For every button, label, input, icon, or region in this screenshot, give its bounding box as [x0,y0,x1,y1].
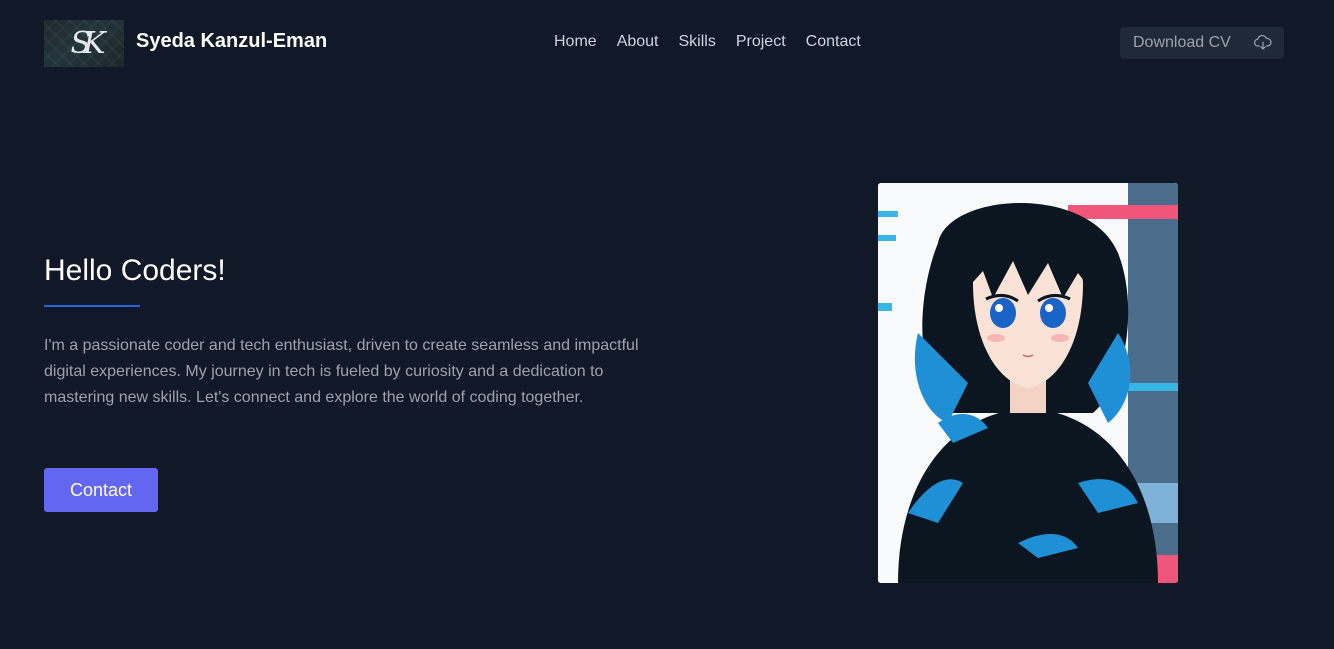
main-nav: Home About Skills Project Contact [554,33,861,51]
hero-divider [44,305,140,307]
logo-monogram: SK [70,26,106,61]
hero-description: I'm a passionate coder and tech enthusia… [44,337,639,406]
nav-home[interactable]: Home [554,33,597,51]
download-cv-label: Download CV [1133,34,1231,51]
cloud-download-icon [1254,35,1272,50]
site-name[interactable]: Syeda Kanzul-Eman [136,30,327,53]
anime-girl-illustration [878,183,1178,583]
contact-button[interactable]: Contact [44,468,158,512]
logo[interactable]: SK [44,20,124,67]
nav-contact[interactable]: Contact [806,33,861,51]
site-header: SK Syeda Kanzul-Eman Home About Skills P… [0,0,1334,86]
nav-about[interactable]: About [617,33,659,51]
download-cv-button[interactable]: Download CV [1120,27,1284,59]
hero-title: Hello Coders! [44,254,226,287]
nav-skills[interactable]: Skills [679,33,716,51]
portfolio-page: SK Syeda Kanzul-Eman Home About Skills P… [0,0,1334,649]
avatar-illustration [878,183,1178,583]
nav-project[interactable]: Project [736,33,786,51]
